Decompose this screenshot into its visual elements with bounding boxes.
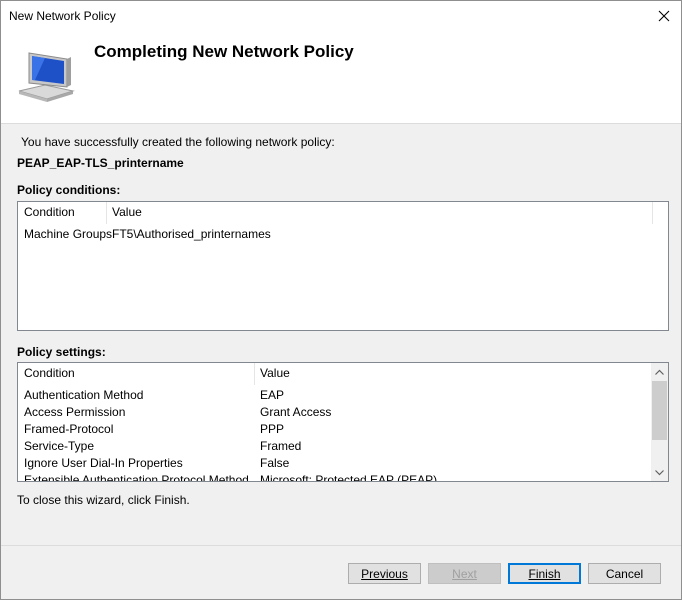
policy-name: PEAP_EAP-TLS_printername [17,156,184,170]
finish-button[interactable]: Finish [508,563,581,584]
conditions-list-header: Condition Value [18,202,668,224]
policy-settings-label: Policy settings: [17,345,106,359]
finish-label: Finish [528,566,561,581]
row-value: PPP [260,422,285,436]
settings-list-header: Condition Value [18,363,668,385]
cancel-label: Cancel [605,566,644,581]
row-condition: Access Permission [24,405,126,419]
policy-settings-list[interactable]: Condition Value Authentication Method EA… [17,362,669,482]
next-label: Next [452,566,477,581]
row-value: Microsoft: Protected EAP (PEAP) [260,473,438,482]
window-title: New Network Policy [9,9,116,23]
table-row[interactable]: Machine Groups FT5\Authorised_printernam… [18,226,668,243]
table-row[interactable]: Framed-Protocol PPP [18,421,668,438]
row-value: Grant Access [260,405,332,419]
row-condition: Service-Type [24,439,95,453]
row-value: False [260,456,290,470]
previous-label: Previous [361,566,408,581]
close-button[interactable] [647,1,681,31]
cancel-button[interactable]: Cancel [588,563,661,584]
success-message: You have successfully created the follow… [21,135,335,149]
chevron-up-icon [655,369,664,375]
wizard-title: Completing New Network Policy [94,42,354,61]
close-instruction: To close this wizard, click Finish. [17,493,190,507]
column-header-value[interactable]: Value [106,202,652,224]
header-divider [1,123,681,124]
computer-monitor-icon [18,52,75,102]
table-row[interactable]: Authentication Method EAP [18,387,668,404]
policy-conditions-list[interactable]: Condition Value Machine Groups FT5\Autho… [17,201,669,331]
row-condition: Authentication Method [24,388,144,402]
table-row[interactable]: Access Permission Grant Access [18,404,668,421]
column-header-value[interactable]: Value [254,363,652,385]
row-condition: Ignore User Dial-In Properties [24,456,183,470]
title-bar[interactable]: New Network Policy [1,1,681,31]
scrollbar-thumb[interactable] [652,381,667,440]
wizard-header: Completing New Network Policy [1,31,681,123]
row-condition: Machine Groups [24,227,113,241]
column-header-condition[interactable]: Condition [18,363,254,385]
footer-divider [1,545,681,546]
settings-scrollbar[interactable] [651,363,668,481]
new-network-policy-dialog: New Network Policy Completing New Networ… [0,0,682,600]
row-condition: Framed-Protocol [24,422,114,436]
table-row[interactable]: Extensible Authentication Protocol Metho… [18,472,668,482]
row-value: EAP [260,388,285,402]
policy-conditions-label: Policy conditions: [17,183,121,197]
chevron-down-icon [655,469,664,475]
scroll-down-button[interactable] [651,464,668,481]
column-header-condition[interactable]: Condition [18,202,106,224]
row-condition: Extensible Authentication Protocol Metho… [24,473,249,482]
row-value: Framed [260,439,302,453]
previous-button[interactable]: Previous [348,563,421,584]
row-value: FT5\Authorised_printernames [112,227,271,241]
table-row[interactable]: Ignore User Dial-In Properties False [18,455,668,472]
next-button[interactable]: Next [428,563,501,584]
scroll-up-button[interactable] [651,363,668,380]
table-row[interactable]: Service-Type Framed [18,438,668,455]
column-divider[interactable] [652,202,653,224]
close-icon [658,10,670,22]
